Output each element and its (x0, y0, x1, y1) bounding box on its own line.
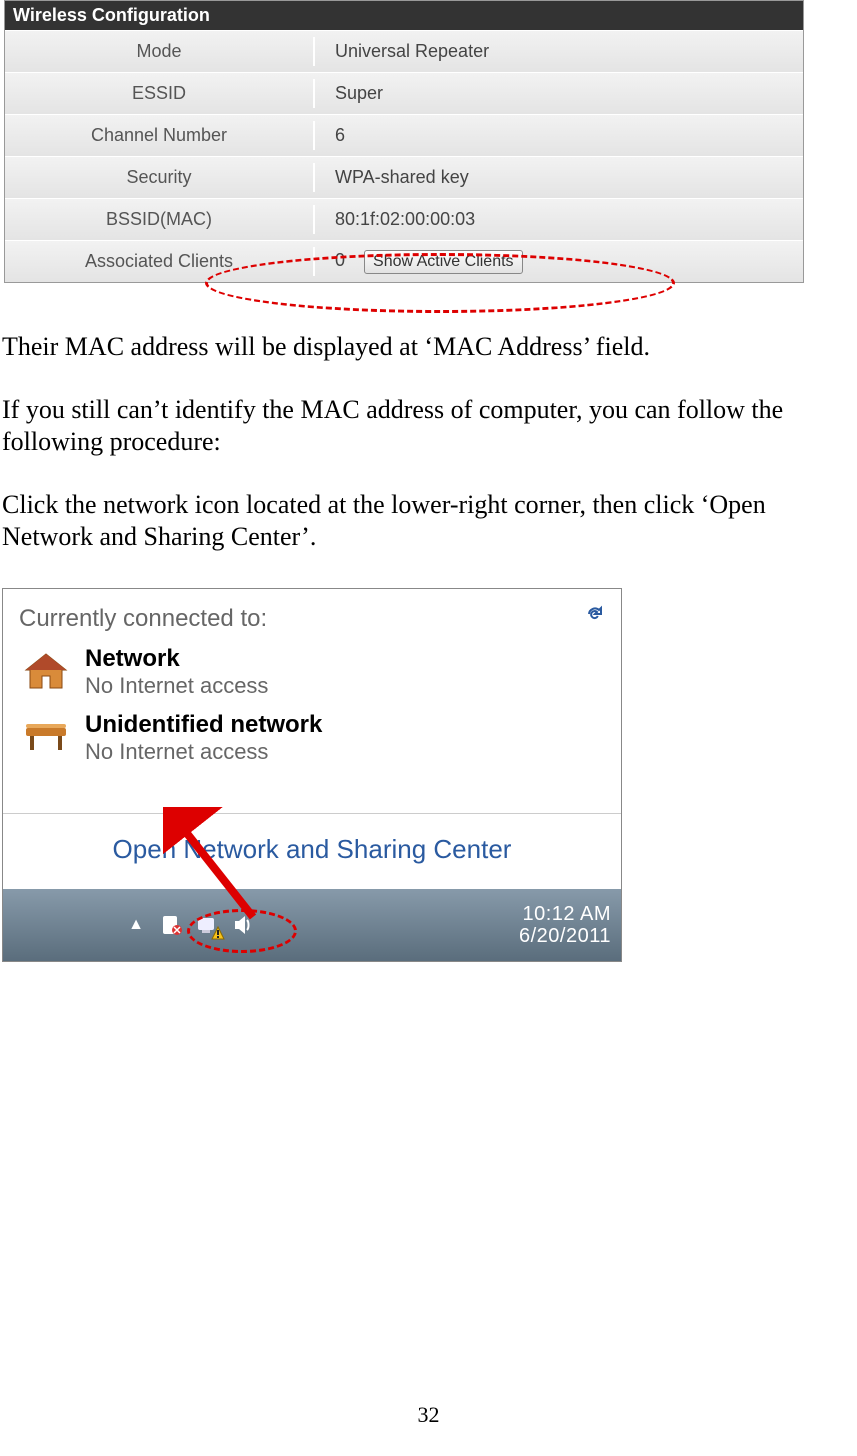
table-row: Security WPA-shared key (5, 156, 803, 198)
table-row: BSSID(MAC) 80:1f:02:00:00:03 (5, 198, 803, 240)
row-label: ESSID (5, 79, 315, 108)
row-label: Mode (5, 37, 315, 66)
time: 10:12 AM (519, 903, 611, 925)
page-number: 32 (0, 1402, 857, 1428)
date: 6/20/2011 (519, 925, 611, 947)
open-network-sharing-link[interactable]: Open Network and Sharing Center (3, 814, 621, 889)
network-name: Unidentified network (85, 711, 322, 739)
row-value: 6 (315, 121, 803, 150)
row-label: Associated Clients (5, 247, 315, 276)
paragraph: Click the network icon located at the lo… (0, 489, 857, 554)
table-row: Mode Universal Repeater (5, 30, 803, 72)
network-status: No Internet access (85, 739, 322, 765)
associated-clients-row: Associated Clients 0 Show Active Clients (5, 240, 803, 282)
refresh-icon[interactable] (585, 605, 605, 629)
paragraph: Their MAC address will be displayed at ‘… (0, 331, 857, 364)
row-label: Security (5, 163, 315, 192)
table-row: ESSID Super (5, 72, 803, 114)
volume-icon[interactable] (231, 912, 257, 938)
network-item[interactable]: Unidentified network No Internet access (19, 711, 605, 765)
row-label: BSSID(MAC) (5, 205, 315, 234)
taskbar: ▲ 10:12 AM 6/20/2011 (3, 889, 621, 961)
popup-heading: Currently connected to: (19, 605, 267, 633)
house-icon (19, 645, 73, 699)
associated-count: 0 (335, 250, 345, 270)
wireless-config-table: Wireless Configuration Mode Universal Re… (4, 0, 804, 283)
row-value: Super (315, 79, 803, 108)
row-value: 80:1f:02:00:00:03 (315, 205, 803, 234)
network-popup-screenshot: Currently connected to: (2, 588, 622, 962)
row-value: 0 Show Active Clients (315, 246, 803, 278)
network-name: Network (85, 645, 268, 673)
show-active-clients-button[interactable]: Show Active Clients (364, 250, 523, 274)
bench-icon (19, 711, 73, 765)
paragraph: If you still can’t identify the MAC addr… (0, 394, 857, 459)
row-value: Universal Repeater (315, 37, 803, 66)
network-item[interactable]: Network No Internet access (19, 645, 605, 699)
wireless-config-header: Wireless Configuration (5, 1, 803, 30)
chevron-up-icon[interactable]: ▲ (123, 912, 149, 938)
row-value: WPA-shared key (315, 163, 803, 192)
action-center-icon[interactable] (159, 912, 185, 938)
network-status: No Internet access (85, 673, 268, 699)
clock[interactable]: 10:12 AM 6/20/2011 (519, 903, 611, 947)
row-label: Channel Number (5, 121, 315, 150)
table-row: Channel Number 6 (5, 114, 803, 156)
network-tray-icon[interactable] (195, 912, 221, 938)
